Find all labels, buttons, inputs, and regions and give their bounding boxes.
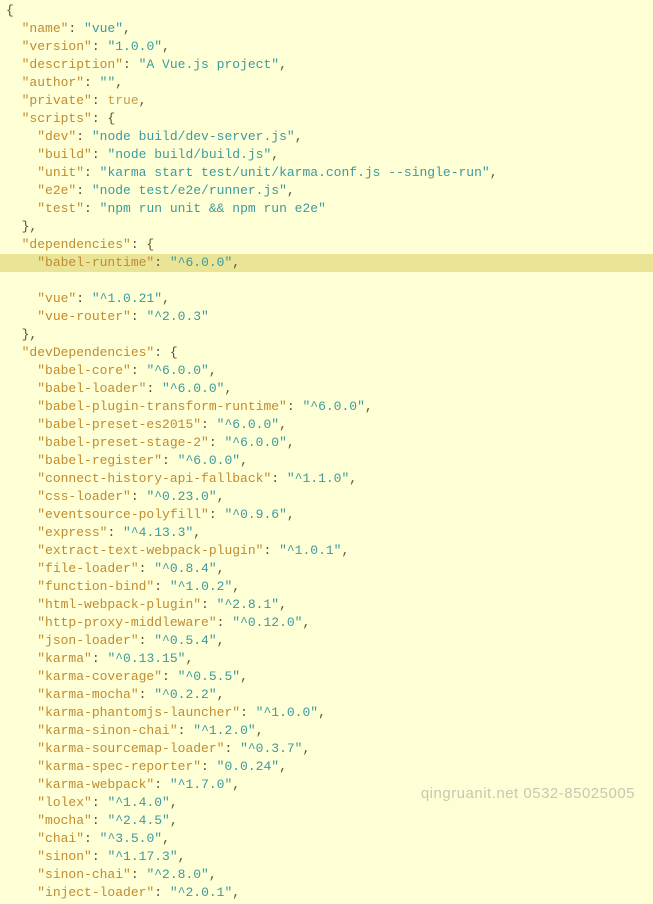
code-block: { "name": "vue", "version": "1.0.0", "de… bbox=[6, 2, 647, 902]
